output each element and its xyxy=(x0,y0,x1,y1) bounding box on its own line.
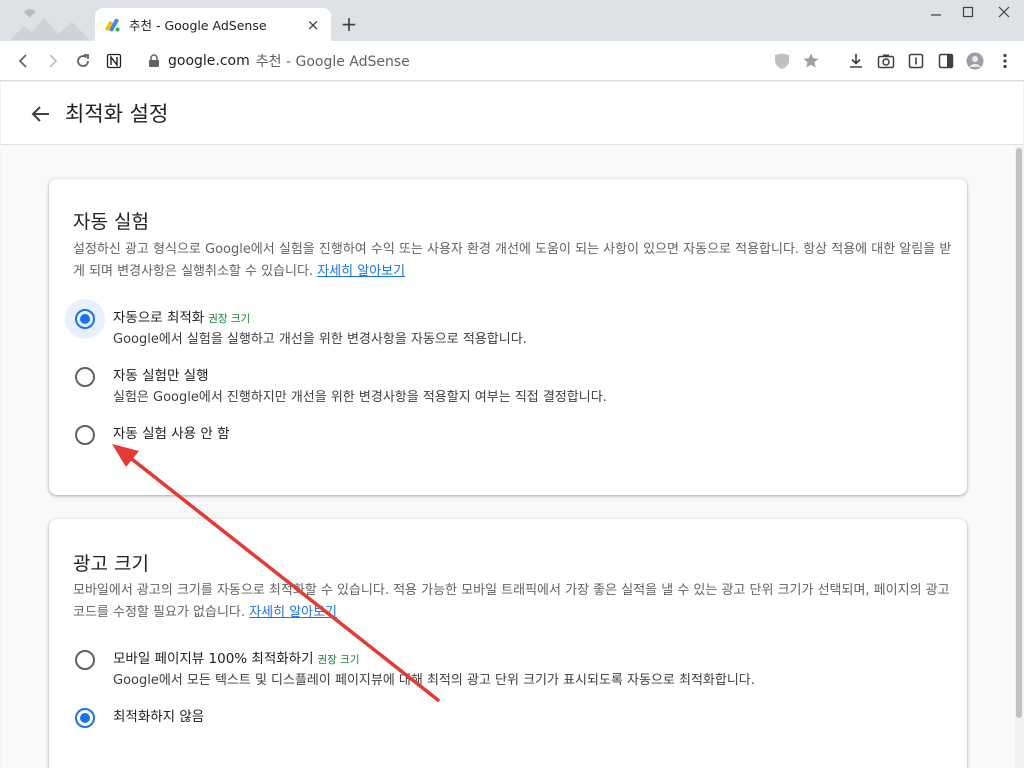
profile-decoration-icon xyxy=(10,9,90,40)
option-experiments-only[interactable]: 자동 실험만 실행 실험은 Google에서 진행하지만 개선을 위한 변경사항… xyxy=(65,357,945,405)
scrollbar-thumb[interactable] xyxy=(1016,148,1022,718)
back-nav-icon[interactable] xyxy=(12,50,34,72)
option-description: Google에서 실험을 실행하고 개선을 위한 변경사항을 자동으로 적용합니… xyxy=(113,332,527,347)
option-label-text: 자동으로 최적화 xyxy=(113,310,205,326)
window-minimize-button[interactable] xyxy=(920,4,952,24)
shield-extension-icon[interactable] xyxy=(771,50,793,72)
option-auto-optimize[interactable]: 자동으로 최적화 권장 크기 Google에서 실험을 실행하고 개선을 위한 변… xyxy=(65,299,945,347)
bookmark-star-icon[interactable] xyxy=(800,50,822,72)
back-arrow-icon[interactable] xyxy=(29,102,53,126)
option-label: 자동 실험만 실행 xyxy=(113,368,209,384)
description-text: 설정하신 광고 형식으로 Google에서 실험을 진행하여 수익 또는 사용자… xyxy=(73,242,952,279)
option-no-optimization[interactable]: 최적화하지 않음 xyxy=(65,698,945,742)
reload-icon[interactable] xyxy=(72,50,94,72)
option-label: 최적화하지 않음 xyxy=(113,709,205,725)
card-description: 모바일에서 광고의 크기를 자동으로 최적화할 수 있습니다. 적용 가능한 모… xyxy=(73,580,953,624)
radio-button[interactable] xyxy=(75,425,95,445)
browser-titlebar: 추천 - Google AdSense × + xyxy=(0,0,1024,41)
browser-toolbar: google.com 추천 - Google AdSense xyxy=(0,41,1024,81)
option-label: 모바일 페이지뷰 100% 최적화하기 권장 크기 xyxy=(113,647,360,667)
tab-close-icon[interactable]: × xyxy=(305,17,321,33)
option-label: 자동으로 최적화 권장 크기 xyxy=(113,306,250,326)
option-description: Google에서 모든 텍스트 및 디스플레이 페이지뷰에 대해 최적의 광고 … xyxy=(113,673,755,688)
forward-nav-icon[interactable] xyxy=(42,50,64,72)
learn-more-link[interactable]: 자세히 알아보기 xyxy=(317,264,405,279)
option-label-text: 모바일 페이지뷰 100% 최적화하기 xyxy=(113,651,314,667)
adsense-favicon-icon xyxy=(105,17,121,33)
ad-size-card: 광고 크기 모바일에서 광고의 크기를 자동으로 최적화할 수 있습니다. 적용… xyxy=(49,519,967,768)
card-title: 자동 실험 xyxy=(73,211,149,233)
auto-experiments-card: 자동 실험 설정하신 광고 형식으로 Google에서 실험을 진행하여 수익 … xyxy=(49,179,967,495)
option-mobile-pageview-optimize[interactable]: 모바일 페이지뷰 100% 최적화하기 권장 크기 Google에서 모든 텍스트… xyxy=(65,640,945,688)
radio-button-checked[interactable] xyxy=(75,309,95,329)
address-bar[interactable]: google.com 추천 - Google AdSense xyxy=(140,47,760,75)
url-domain: google.com xyxy=(168,53,250,69)
window-close-button[interactable] xyxy=(988,4,1020,24)
card-description: 설정하신 광고 형식으로 Google에서 실험을 진행하여 수익 또는 사용자… xyxy=(73,239,953,283)
browser-tab-active[interactable]: 추천 - Google AdSense × xyxy=(95,8,331,41)
recommended-badge: 권장 크기 xyxy=(208,313,251,325)
option-label: 자동 실험 사용 안 함 xyxy=(113,426,230,442)
radio-button[interactable] xyxy=(75,367,95,387)
page-content: 최적화 설정 자동 실험 설정하신 광고 형식으로 Google에서 실험을 진… xyxy=(1,82,1023,768)
page-title: 최적화 설정 xyxy=(65,102,169,126)
radio-button-checked[interactable] xyxy=(75,708,95,728)
notion-extension-icon[interactable] xyxy=(103,50,125,72)
profile-avatar-icon[interactable] xyxy=(964,50,986,72)
window-maximize-button[interactable] xyxy=(952,4,984,24)
description-text: 모바일에서 광고의 크기를 자동으로 최적화할 수 있습니다. 적용 가능한 모… xyxy=(73,583,950,620)
new-tab-button[interactable]: + xyxy=(338,13,360,35)
radio-button[interactable] xyxy=(75,650,95,670)
page-header: 최적화 설정 xyxy=(1,82,1023,145)
side-panel-icon[interactable] xyxy=(935,50,957,72)
browser-menu-icon[interactable] xyxy=(994,50,1016,72)
reader-mode-icon[interactable] xyxy=(905,50,927,72)
lock-icon xyxy=(148,54,160,68)
card-title: 광고 크기 xyxy=(73,553,149,575)
download-icon[interactable] xyxy=(845,50,867,72)
recommended-badge: 권장 크기 xyxy=(317,654,360,666)
tab-title: 추천 - Google AdSense xyxy=(129,18,267,33)
url-page-title: 추천 - Google AdSense xyxy=(255,54,410,70)
camera-icon[interactable] xyxy=(875,50,897,72)
page-scrollbar[interactable] xyxy=(1015,146,1023,768)
option-description: 실험은 Google에서 진행하지만 개선을 위한 변경사항을 적용할지 여부는… xyxy=(113,390,607,405)
option-disable-experiments[interactable]: 자동 실험 사용 안 함 xyxy=(65,415,945,459)
learn-more-link[interactable]: 자세히 알아보기 xyxy=(249,605,337,620)
